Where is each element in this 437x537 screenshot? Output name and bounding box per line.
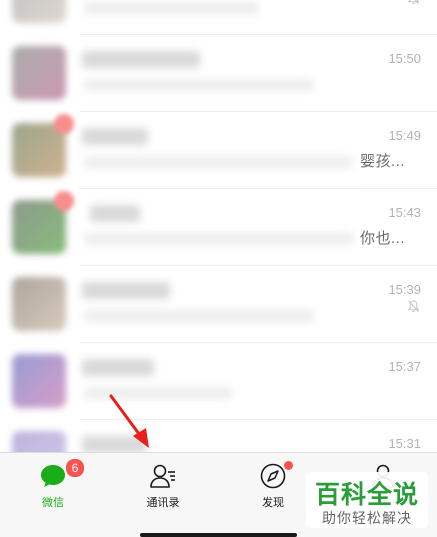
chat-list[interactable]: 15:50 15:49 婴孩... 15:43 你也... 15:39 15:3…: [0, 0, 437, 452]
baike-watermark: 百科全说 助你轻松解决: [306, 472, 428, 528]
chat-time: 15:50: [388, 51, 421, 66]
chat-time: 15:31: [388, 436, 421, 451]
watermark-title: 百科全说: [314, 481, 419, 509]
chat-row[interactable]: [0, 0, 437, 35]
tab-label: 通讯录: [146, 497, 180, 509]
chat-time: 15:49: [388, 128, 421, 143]
unread-badge: [54, 191, 74, 211]
last-message-blurred: [84, 156, 352, 168]
mute-bell-icon: [407, 300, 420, 313]
tab-chats[interactable]: 6 微信: [3, 453, 103, 515]
last-message-blurred: [84, 310, 314, 322]
last-message-blurred: [84, 2, 259, 14]
watermark-subtitle: 助你轻松解决: [322, 510, 412, 526]
contact-name-blurred: [82, 128, 148, 145]
last-message-snippet: 你也...: [360, 230, 406, 247]
red-arrow-annotation: [109, 394, 149, 448]
avatar: [12, 46, 66, 100]
compass-icon: [260, 463, 286, 489]
mute-bell-icon: [407, 0, 420, 5]
unread-count-badge: 6: [65, 458, 85, 478]
chat-row[interactable]: 15:39: [0, 266, 437, 343]
home-indicator[interactable]: [140, 533, 297, 537]
contact-name-blurred: [90, 205, 140, 222]
chat-row[interactable]: 15:43 你也...: [0, 189, 437, 266]
chat-row[interactable]: 15:49 婴孩...: [0, 112, 437, 189]
tab-contacts[interactable]: 通讯录: [113, 453, 213, 515]
avatar: [12, 431, 66, 452]
chat-bubble-icon: [41, 465, 65, 487]
chat-row[interactable]: 15:50: [0, 35, 437, 112]
last-message-blurred: [84, 79, 314, 91]
avatar: [12, 0, 66, 23]
chat-time: 15:37: [388, 359, 421, 374]
contacts-person-icon: [150, 464, 175, 488]
avatar: [12, 277, 66, 331]
contact-name-blurred: [82, 282, 170, 299]
chat-time: 15:39: [388, 282, 421, 297]
tab-label: 微信: [42, 497, 64, 509]
contact-name-blurred: [82, 359, 154, 376]
contact-name-blurred: [82, 51, 200, 68]
new-content-dot: [284, 461, 293, 470]
unread-badge: [54, 114, 74, 134]
chat-row[interactable]: 15:37: [0, 343, 437, 420]
chat-row[interactable]: 15:31: [0, 420, 437, 452]
avatar: [12, 354, 66, 408]
last-message-snippet: 婴孩...: [360, 153, 406, 170]
last-message-blurred: [84, 233, 354, 245]
chat-time: 15:43: [388, 205, 421, 220]
